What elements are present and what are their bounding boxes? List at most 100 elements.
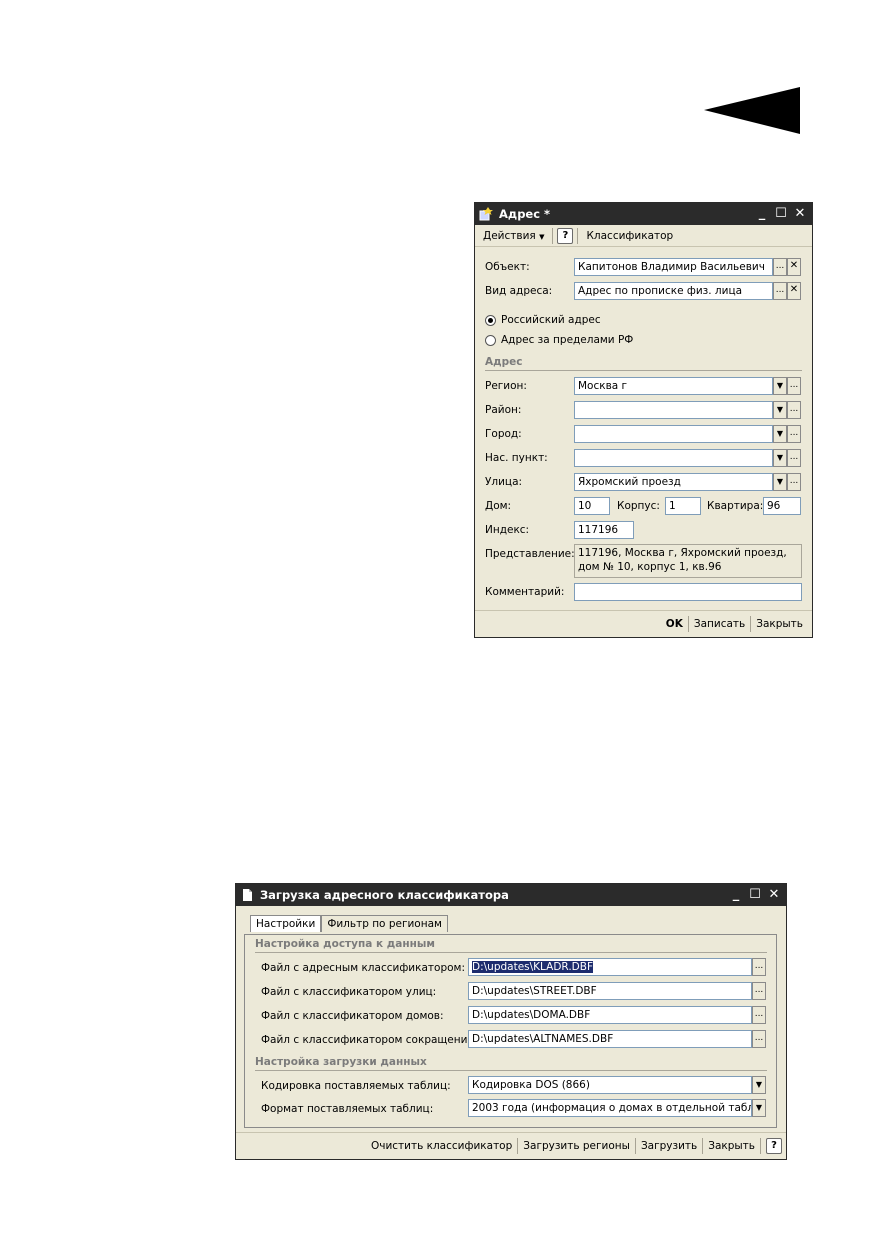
apartment-label: Квартира: <box>707 500 764 512</box>
pointer-arrow-icon <box>704 87 800 134</box>
building-field[interactable]: 1 <box>665 497 701 515</box>
address-type-clear-button[interactable]: ✕ <box>787 282 801 300</box>
abbr-file-label: Файл с классификатором сокращений: <box>261 1034 478 1046</box>
address-file-label: Файл с адресным классификатором: <box>261 962 465 974</box>
help-button[interactable]: ? <box>766 1138 782 1154</box>
city-select[interactable] <box>574 425 773 443</box>
houses-file-label: Файл с классификатором домов: <box>261 1010 444 1022</box>
chevron-down-icon: ▼ <box>755 1080 763 1089</box>
loader-window: Загрузка адресного классификатора _ ☐ ✕ … <box>235 883 787 1160</box>
address-window-title: Адрес * <box>499 207 551 221</box>
group-divider <box>255 1070 767 1071</box>
access-group-title: Настройка доступа к данным <box>255 938 435 950</box>
foreign-address-radio[interactable] <box>485 335 496 346</box>
district-select-button[interactable]: ... <box>787 401 801 419</box>
address-file-value: D:\updates\KLADR.DBF <box>472 961 593 973</box>
streets-file-label: Файл с классификатором улиц: <box>261 986 437 998</box>
minimize-icon[interactable]: _ <box>754 206 770 222</box>
minimize-icon[interactable]: _ <box>728 887 744 903</box>
city-select-button[interactable]: ... <box>787 425 801 443</box>
street-select[interactable]: Яхромский проезд <box>574 473 773 491</box>
street-select-button[interactable]: ... <box>787 473 801 491</box>
chevron-down-icon: ▼ <box>776 405 784 414</box>
format-select[interactable]: 2003 года (информация о домах в отдельно… <box>468 1099 752 1117</box>
maximize-icon[interactable]: ☐ <box>773 206 789 222</box>
abbr-file-browse-button[interactable]: ... <box>752 1030 766 1048</box>
comment-label: Комментарий: <box>485 586 565 598</box>
classifier-button[interactable]: Классификатор <box>582 230 677 242</box>
streets-file-browse-button[interactable]: ... <box>752 982 766 1000</box>
street-label: Улица: <box>485 476 523 488</box>
maximize-icon[interactable]: ☐ <box>747 887 763 903</box>
loader-window-title: Загрузка адресного классификатора <box>260 888 509 902</box>
toolbar-separator <box>552 227 554 244</box>
clear-classifier-button[interactable]: Очистить классификатор <box>366 1140 517 1152</box>
chevron-down-icon: ▼ <box>539 232 545 241</box>
tab-settings[interactable]: Настройки <box>250 915 322 932</box>
representation-box: 117196, Москва г, Яхромский проезд, дом … <box>574 544 802 578</box>
encoding-select[interactable]: Кодировка DOS (866) <box>468 1076 752 1094</box>
street-dropdown-button[interactable]: ▼ <box>773 473 787 491</box>
close-icon[interactable]: ✕ <box>792 206 808 222</box>
loader-window-titlebar[interactable]: Загрузка адресного классификатора _ ☐ ✕ <box>236 884 786 906</box>
help-button[interactable]: ? <box>557 227 574 244</box>
apartment-field[interactable]: 96 <box>763 497 801 515</box>
object-field[interactable]: Капитонов Владимир Васильевич <box>574 258 773 276</box>
chevron-down-icon: ▼ <box>776 429 784 438</box>
object-select-button[interactable]: ... <box>773 258 787 276</box>
region-label: Регион: <box>485 380 527 392</box>
settlement-select-button[interactable]: ... <box>787 449 801 467</box>
district-select[interactable] <box>574 401 773 419</box>
address-toolbar: Действия ▼ ? Классификатор <box>475 225 812 247</box>
address-window: Адрес * _ ☐ ✕ Действия ▼ ? Классификатор… <box>474 202 813 638</box>
chevron-down-icon: ▼ <box>776 453 784 462</box>
address-type-label: Вид адреса: <box>485 285 553 297</box>
russian-address-radio[interactable] <box>485 315 496 326</box>
load-button[interactable]: Загрузить <box>636 1140 702 1152</box>
city-dropdown-button[interactable]: ▼ <box>773 425 787 443</box>
settlement-dropdown-button[interactable]: ▼ <box>773 449 787 467</box>
region-select[interactable]: Москва г <box>574 377 773 395</box>
house-label: Дом: <box>485 500 512 512</box>
district-dropdown-button[interactable]: ▼ <box>773 401 787 419</box>
document-icon <box>240 888 254 902</box>
house-field[interactable]: 10 <box>574 497 610 515</box>
abbr-file-field[interactable]: D:\updates\ALTNAMES.DBF <box>468 1030 752 1048</box>
document-icon <box>479 207 493 221</box>
foreign-address-label[interactable]: Адрес за пределами РФ <box>501 334 633 346</box>
city-label: Город: <box>485 428 522 440</box>
russian-address-label[interactable]: Российский адрес <box>501 314 601 326</box>
object-clear-button[interactable]: ✕ <box>787 258 801 276</box>
address-file-browse-button[interactable]: ... <box>752 958 766 976</box>
tab-region-filter[interactable]: Фильтр по регионам <box>321 915 448 932</box>
format-dropdown-button[interactable]: ▼ <box>752 1099 766 1117</box>
chevron-down-icon: ▼ <box>776 477 784 486</box>
index-field[interactable]: 117196 <box>574 521 634 539</box>
loader-tabs: Настройки Фильтр по регионам <box>250 915 448 932</box>
ok-button[interactable]: OK <box>661 618 688 630</box>
houses-file-field[interactable]: D:\updates\DOMA.DBF <box>468 1006 752 1024</box>
save-button[interactable]: Записать <box>689 618 750 630</box>
region-dropdown-button[interactable]: ▼ <box>773 377 787 395</box>
region-select-button[interactable]: ... <box>787 377 801 395</box>
load-group-title: Настройка загрузки данных <box>255 1056 427 1068</box>
building-label: Корпус: <box>617 500 660 512</box>
address-window-titlebar[interactable]: Адрес * _ ☐ ✕ <box>475 203 812 225</box>
settlement-select[interactable] <box>574 449 773 467</box>
load-regions-button[interactable]: Загрузить регионы <box>518 1140 635 1152</box>
address-type-select-button[interactable]: ... <box>773 282 787 300</box>
district-label: Район: <box>485 404 522 416</box>
streets-file-field[interactable]: D:\updates\STREET.DBF <box>468 982 752 1000</box>
close-button[interactable]: Закрыть <box>751 618 808 630</box>
encoding-dropdown-button[interactable]: ▼ <box>752 1076 766 1094</box>
actions-menu[interactable]: Действия ▼ <box>479 230 548 242</box>
chevron-down-icon: ▼ <box>755 1103 763 1112</box>
houses-file-browse-button[interactable]: ... <box>752 1006 766 1024</box>
address-type-field[interactable]: Адрес по прописке физ. лица <box>574 282 773 300</box>
close-button[interactable]: Закрыть <box>703 1140 760 1152</box>
address-file-field[interactable]: D:\updates\KLADR.DBF <box>468 958 752 976</box>
encoding-label: Кодировка поставляемых таблиц: <box>261 1080 451 1092</box>
object-label: Объект: <box>485 261 530 273</box>
close-icon[interactable]: ✕ <box>766 887 782 903</box>
comment-field[interactable] <box>574 583 802 601</box>
